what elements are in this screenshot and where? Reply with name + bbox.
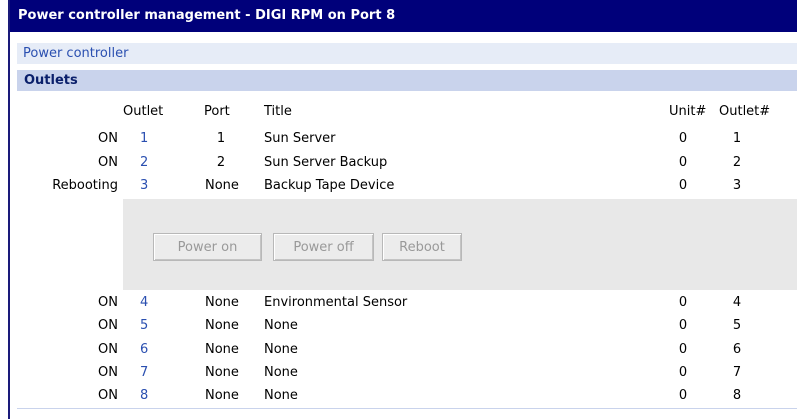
outlet-number: 5 xyxy=(732,318,742,333)
col-header-unit: Unit# xyxy=(669,104,707,119)
outlet-status: ON xyxy=(98,295,118,310)
outlet-title: Sun Server xyxy=(264,131,336,146)
outlet-title: None xyxy=(264,388,298,403)
outlet-unit-number: 0 xyxy=(678,318,688,333)
outlet-port: None xyxy=(205,318,239,333)
outlet-title: None xyxy=(264,342,298,357)
outlet-unit-number: 0 xyxy=(678,388,688,403)
outlet-unit-number: 0 xyxy=(678,155,688,170)
col-header-outlet-number: Outlet# xyxy=(719,104,771,119)
outlet-title: Environmental Sensor xyxy=(264,295,408,310)
col-header-port: Port xyxy=(204,104,230,119)
outlet-number: 8 xyxy=(732,388,742,403)
outlet-link[interactable]: 2 xyxy=(140,155,148,170)
outlet-link[interactable]: 6 xyxy=(140,342,148,357)
outlet-link[interactable]: 1 xyxy=(140,131,148,146)
outlet-link[interactable]: 4 xyxy=(140,295,148,310)
outlet-number: 7 xyxy=(732,365,742,380)
outlet-status: ON xyxy=(98,388,118,403)
outlet-link[interactable]: 3 xyxy=(140,178,148,193)
outlet-number: 4 xyxy=(732,295,742,310)
outlet-status: Rebooting xyxy=(52,178,118,193)
outlet-status: ON xyxy=(98,155,118,170)
outlet-number: 6 xyxy=(732,342,742,357)
reboot-button[interactable]: Reboot xyxy=(382,233,462,261)
outlet-title: None xyxy=(264,365,298,380)
power-off-button[interactable]: Power off xyxy=(273,233,374,261)
outlet-title: Backup Tape Device xyxy=(264,178,395,193)
outlet-port: None xyxy=(205,342,239,357)
outlet-number: 2 xyxy=(732,155,742,170)
outlet-status: ON xyxy=(98,365,118,380)
outlet-number: 3 xyxy=(732,178,742,193)
outlet-port: None xyxy=(205,365,239,380)
outlet-unit-number: 0 xyxy=(678,342,688,357)
outlet-status: ON xyxy=(98,131,118,146)
outlet-port: 1 xyxy=(216,131,226,146)
outlet-unit-number: 0 xyxy=(678,365,688,380)
outlet-port: 2 xyxy=(216,155,226,170)
outlet-status: ON xyxy=(98,318,118,333)
outlet-port: None xyxy=(205,388,239,403)
outlet-title: None xyxy=(264,318,298,333)
outlet-link[interactable]: 5 xyxy=(140,318,148,333)
power-controller-link[interactable]: Power controller xyxy=(17,43,797,64)
outlet-port: None xyxy=(205,295,239,310)
col-header-outlet: Outlet xyxy=(123,104,164,119)
outlet-unit-number: 0 xyxy=(678,178,688,193)
outlet-number: 1 xyxy=(732,131,742,146)
table-bottom-divider xyxy=(17,408,797,409)
outlet-title: Sun Server Backup xyxy=(264,155,388,170)
outlet-status: ON xyxy=(98,342,118,357)
outlet-unit-number: 0 xyxy=(678,131,688,146)
outlets-section-header: Outlets xyxy=(17,70,797,91)
outlet-port: None xyxy=(205,178,239,193)
page-title: Power controller management - DIGI RPM o… xyxy=(10,0,797,32)
col-header-title: Title xyxy=(264,104,292,119)
outlet-link[interactable]: 8 xyxy=(140,388,148,403)
outlet-link[interactable]: 7 xyxy=(140,365,148,380)
power-on-button[interactable]: Power on xyxy=(153,233,262,261)
outlet-unit-number: 0 xyxy=(678,295,688,310)
